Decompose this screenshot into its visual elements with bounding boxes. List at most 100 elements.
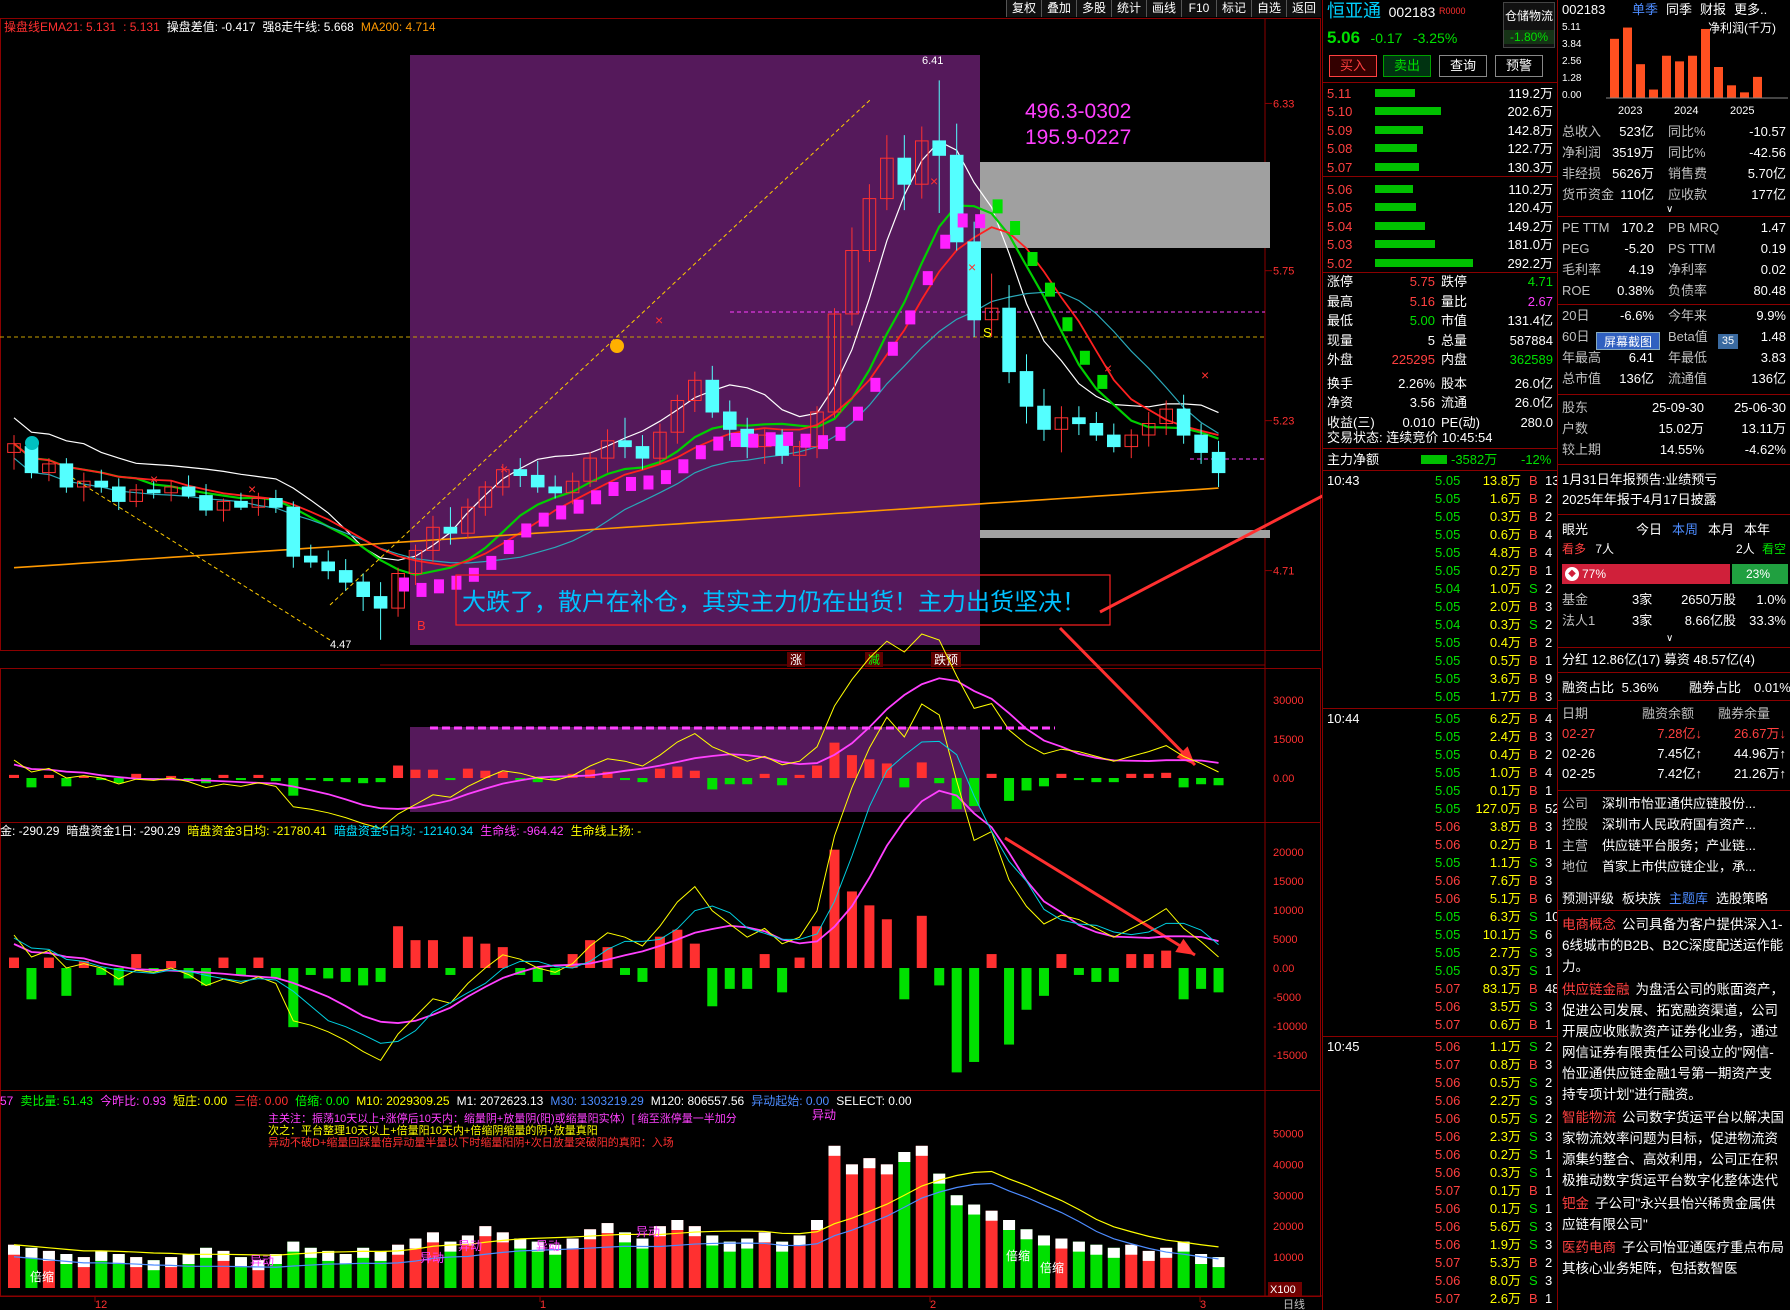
volume-bar-cap [845,1164,858,1175]
trend-marker [992,199,1003,214]
macd-bar [1056,773,1067,778]
trend-marker [835,426,846,441]
date-label: 1 [540,1299,546,1310]
profit-y-label: 0.00 [1562,90,1582,101]
kline-chart-area[interactable]: 496.3-0302 195.9-0227 6.41 4.47 B S × × × × × × × × 涨 减… [0,0,1322,1310]
toolbar-button-8[interactable]: 返回 [1286,0,1321,17]
toolbar-button-3[interactable]: 统计 [1111,0,1146,17]
sector-box[interactable]: 仓储物流 -1.80% [1503,2,1555,48]
tick-count: 3 [1545,729,1553,744]
concept-item[interactable]: 供应链金融 为盘活公司的账面资产，促进公司发展、拓宽融资渠道，公司开展应收账款资产… [1562,979,1785,1105]
toolbar-button-5[interactable]: F10 [1181,0,1216,17]
candle-body [932,140,947,156]
profit-bar [1753,76,1762,98]
f10-tab-0[interactable]: 单季 [1632,2,1658,17]
margin-short: 44.96万↑ [1733,746,1786,761]
tick-side: S [1529,909,1538,924]
info-tab-0[interactable]: 预测评级 [1562,891,1614,906]
cell-value: 0.02 [1760,262,1786,277]
concept-item[interactable]: 智能物流 公司数字货运平台以解决国家物流效率问题为目标，促进物流资源集约整合、高效… [1562,1107,1785,1191]
info-row[interactable]: 控股 深圳市人民政府国有资产... [1558,815,1790,834]
order-row[interactable]: 5.07 130.3万 [1323,158,1557,177]
tick-volume: 0.3万 [1489,963,1521,978]
tick-side: S [1529,1147,1538,1162]
tick-row: 5.05 2.7万 S 3 [1323,944,1557,962]
trend-marker [852,406,863,421]
tick-row: 5.04 1.0万 S 2 [1323,580,1557,598]
query-button[interactable]: 查询 [1439,55,1487,77]
tick-side: B [1529,1291,1538,1306]
order-row[interactable]: 5.02 292.2万 [1323,254,1557,273]
view-tab-0[interactable]: 今日 [1636,522,1662,537]
notice-2[interactable]: 2025年年报于4月17日披露 [1562,490,1717,509]
margin-row: 02-26 7.45亿↑ 44.96万↑ [1558,744,1790,763]
profit-y-label: 5.11 [1562,22,1581,33]
tick-volume: 0.1万 [1489,1201,1521,1216]
tick-volume: 0.3万 [1489,509,1521,524]
macd-bar [340,778,351,783]
concept-item[interactable]: 钯金 子公司"永兴县怡兴稀贵金属供应链有限公司" [1562,1193,1785,1235]
info-tab-3[interactable]: 选股策略 [1716,891,1768,906]
toolbar-button-2[interactable]: 多股 [1076,0,1111,17]
alert-button[interactable]: 预警 [1495,55,1543,77]
concept-item[interactable]: 电商概念 公司具备为客户提供深入1-6线城市的B2B、B2C深度配送运作能力。 [1562,914,1785,977]
concept-item[interactable]: 医药电商 子公司怡亚通医疗重点布局其核心业务矩阵，包括数智医 [1562,1237,1785,1279]
stat-label: 量比 [1441,293,1468,309]
toolbar-button-1[interactable]: 叠加 [1041,0,1076,17]
f10-tab-3[interactable]: 更多.. [1734,2,1767,17]
trend-marker [1044,282,1055,297]
inst-label: 法人1 [1562,613,1596,628]
order-row[interactable]: 5.04 149.2万 [1323,217,1557,236]
f10-tab-1[interactable]: 同季 [1666,2,1692,17]
concept-tag: 智能物流 [1562,1110,1616,1125]
fund-bar [620,968,630,975]
notice-1[interactable]: 1月31日年报预告:业绩预亏 [1562,470,1717,489]
order-row[interactable]: 5.03 181.0万 [1323,235,1557,254]
expand-chevron-icon[interactable]: ∨ [1666,204,1673,215]
fund-bar [253,957,264,968]
tick-side: B [1529,837,1538,852]
info-tab-2[interactable]: 主题库 [1669,891,1708,906]
margin-row: 02-25 7.42亿↑ 21.26万↑ [1558,764,1790,783]
volume-bar [828,1145,841,1288]
order-row[interactable]: 5.08 122.7万 [1323,139,1557,158]
cell-value: -42.56 [1749,145,1786,160]
trend-marker [486,555,497,570]
toolbar-button-6[interactable]: 标记 [1216,0,1251,17]
inst-row: 基金 3家 2650万股 1.0% [1558,590,1790,609]
toolbar-button-7[interactable]: 自选 [1251,0,1286,17]
fund-bar [340,968,351,982]
order-row[interactable]: 5.10 202.6万 [1323,102,1557,121]
buy-button[interactable]: 买入 [1329,55,1377,77]
tick-count: 1 [1545,783,1553,798]
toolbar-button-0[interactable]: 复权 [1006,0,1041,17]
info-tab-1[interactable]: 板块族 [1622,891,1661,906]
order-row[interactable]: 5.11 119.2万 [1323,84,1557,103]
tick-volume: 6.3万 [1489,909,1521,924]
trend-marker [730,432,741,447]
fund-bar [218,957,229,968]
sell-button[interactable]: 卖出 [1383,55,1431,77]
order-row[interactable]: 5.09 142.8万 [1323,121,1557,140]
tick-price: 5.05 [1435,765,1461,780]
trend-marker [695,445,706,460]
view-tab-1[interactable]: 本周 [1672,522,1698,537]
toolbar-button-4[interactable]: 画线 [1146,0,1181,17]
margin-date: 02-25 [1562,766,1596,781]
vol-note-3: 异动不破D+缩量回踩量倍异动量半量以下时缩量阳阴+次日放量突破阳的真阳：入场 [268,1137,674,1149]
view-tab-2[interactable]: 本月 [1708,522,1734,537]
tick-volume: 1.1万 [1489,1039,1521,1054]
tick-list[interactable]: 10:43 5.05 13.8万 B 13 5.05 1.6万 B 2 5.05 0.3万 B 2 5.0… [1323,472,1557,1310]
view-tab-3[interactable]: 本年 [1744,522,1770,537]
info-row[interactable]: 公司 深圳市怡亚通供应链股份... [1558,794,1790,813]
tick-row: 5.07 0.6万 B 1 [1323,1016,1557,1034]
info-row[interactable]: 主营 供应链平台服务；产业链... [1558,836,1790,855]
macd-bar [829,742,840,778]
margin-short-value: 0.01% [1754,680,1790,695]
order-volume: 292.2万 [1507,255,1553,271]
inst-chevron-icon[interactable]: ∨ [1666,633,1673,644]
f10-tab-2[interactable]: 财报 [1700,2,1726,17]
order-row[interactable]: 5.05 120.4万 [1323,198,1557,217]
info-row[interactable]: 地位 首家上市供应链企业，承... [1558,857,1790,876]
order-row[interactable]: 5.06 110.2万 [1323,180,1557,199]
